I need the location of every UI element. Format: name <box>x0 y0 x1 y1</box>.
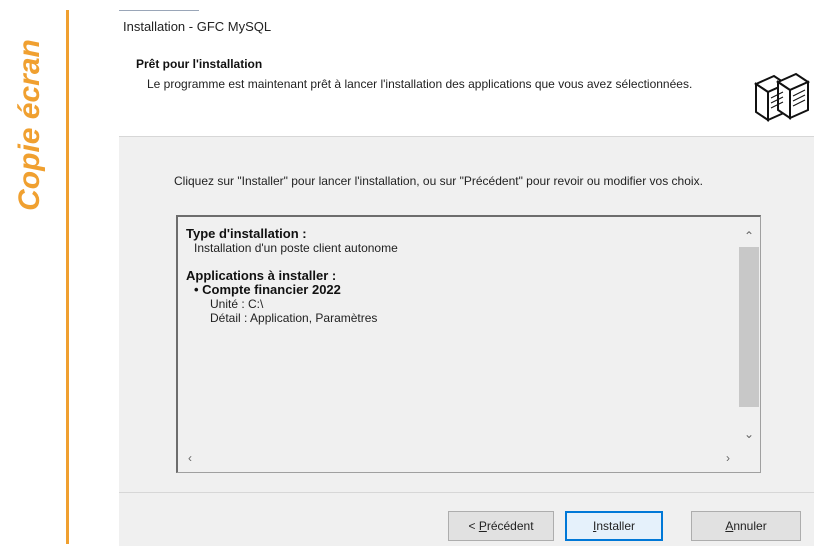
app-item: • Compte financier 2022 <box>186 283 398 297</box>
install-button[interactable]: Installer <box>565 511 663 541</box>
back-label: récédent <box>486 519 534 533</box>
orange-divider <box>66 10 69 544</box>
installer-window: Installation - GFC MySQL Prêt pour l'ins… <box>119 10 814 546</box>
window-title: Installation - GFC MySQL <box>123 19 272 34</box>
title-bar-rule <box>119 10 199 11</box>
side-label: Copie écran <box>8 10 52 240</box>
apps-heading: Applications à installer : <box>186 268 337 283</box>
instructions-text: Cliquez sur "Installer" pour lancer l'in… <box>174 174 703 188</box>
cancel-button[interactable]: Annuler <box>691 511 801 541</box>
computer-stack-icon <box>748 70 814 132</box>
wizard-content: Cliquez sur "Installer" pour lancer l'in… <box>119 137 814 492</box>
back-button[interactable]: < Précédent <box>448 511 554 541</box>
title-bar: Installation - GFC MySQL <box>119 10 814 40</box>
bullet-icon: • <box>194 282 203 297</box>
back-prefix: < <box>468 519 479 533</box>
scroll-left-icon[interactable]: ‹ <box>188 451 192 465</box>
page-subtitle: Le programme est maintenant prêt à lance… <box>147 77 693 91</box>
install-label: nstaller <box>596 519 636 533</box>
app-name: Compte financier 2022 <box>202 282 341 297</box>
scroll-up-icon[interactable]: ⌃ <box>744 229 754 243</box>
cancel-label: nnuler <box>733 519 767 533</box>
wizard-header: Prêt pour l'installation Le programme es… <box>119 40 814 137</box>
scroll-right-icon[interactable]: › <box>726 451 730 465</box>
vertical-scroll-thumb[interactable] <box>739 247 759 407</box>
summary-memo[interactable]: Type d'installation : Installation d'un … <box>176 215 761 473</box>
page-title: Prêt pour l'installation <box>136 57 263 71</box>
install-type-value: Installation d'un poste client autonome <box>194 241 398 255</box>
app-unit: Unité : C:\ <box>210 297 264 311</box>
memo-text: Type d'installation : Installation d'un … <box>186 226 398 326</box>
side-label-text: Copie écran <box>13 39 46 211</box>
install-type-heading: Type d'installation : <box>186 226 307 241</box>
scroll-down-icon[interactable]: ⌄ <box>744 427 754 441</box>
app-detail: Détail : Application, Paramètres <box>210 311 378 325</box>
back-hotkey: P <box>478 519 487 533</box>
wizard-footer: < Précédent Installer Annuler <box>119 492 814 547</box>
horizontal-scrollbar[interactable]: ‹ › <box>186 451 739 467</box>
